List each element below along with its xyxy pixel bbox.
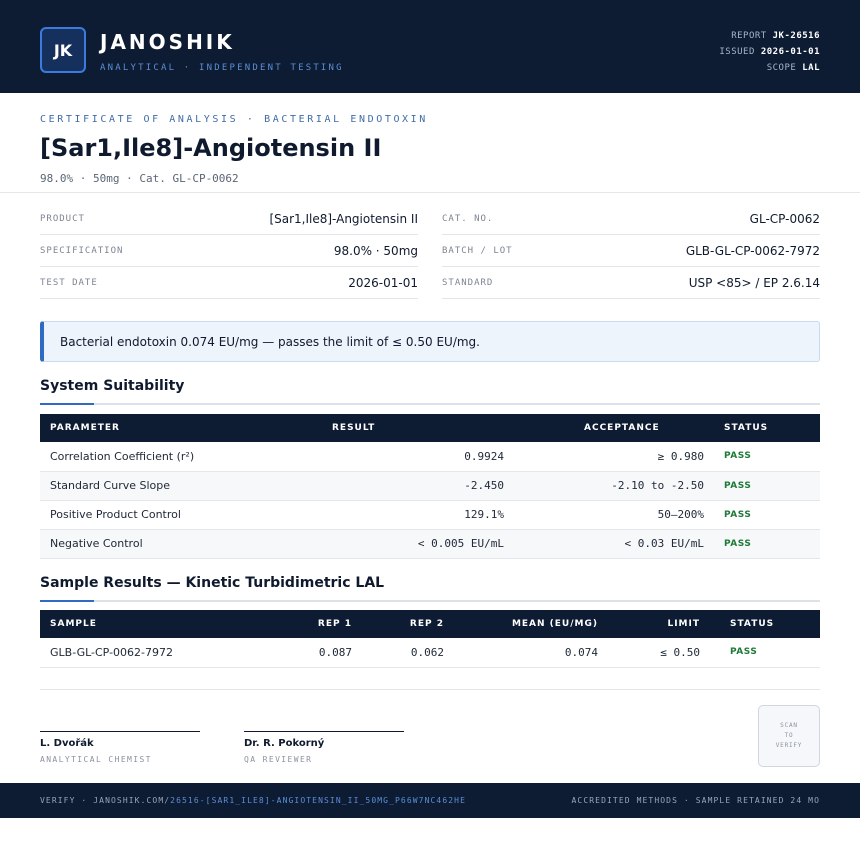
status-badge: PASS <box>714 500 820 530</box>
report-id: JK-26516 <box>772 31 820 41</box>
column-header: STATUS <box>724 423 769 433</box>
signature-name: Dr. R. Pokorný <box>244 738 325 749</box>
logo: JK <box>40 27 86 73</box>
info-column-right: CAT. NO. GL-CP-0062 BATCH / LOT GLB-GL-C… <box>442 203 820 299</box>
page-title: [Sar1,Ile8]-Angiotensin II <box>40 134 382 162</box>
info-row-batch-lot: BATCH / LOT GLB-GL-CP-0062-7972 <box>442 235 820 267</box>
status-badge: PASS <box>714 442 820 472</box>
report-id-line: REPORT JK-26516 <box>731 31 820 41</box>
table-row: Positive Product Control 129.1% 50–200% … <box>40 500 820 530</box>
product-subline: 98.0% · 50mg · Cat. GL-CP-0062 <box>40 172 239 185</box>
signature-block-chemist: L. Dvořák ANALYTICAL CHEMIST <box>40 731 200 764</box>
brand-name: JANOSHIK <box>100 30 235 54</box>
scope-value: LAL <box>802 63 820 73</box>
section-title-system-suitability: System Suitability <box>40 378 185 394</box>
column-header: LIMIT <box>667 619 700 629</box>
column-header: REP 2 <box>409 619 444 629</box>
report-header: JK JANOSHIK ANALYTICAL · INDEPENDENT TES… <box>0 0 860 93</box>
verify-link[interactable]: 26516-[SAR1_ILE8]-ANGIOTENSIN_II_50MG_P6… <box>170 796 466 805</box>
verify-line: VERIFY · JANOSHIK.COM/26516-[SAR1_ILE8]-… <box>40 796 466 805</box>
system-suitability-table: PARAMETER RESULT ACCEPTANCE STATUS Corre… <box>40 414 820 559</box>
column-header: ACCEPTANCE <box>584 423 660 433</box>
info-column-left: PRODUCT [Sar1,Ile8]-Angiotensin II SPECI… <box>40 203 418 299</box>
section-rule-accent <box>40 403 94 405</box>
signature-role: ANALYTICAL CHEMIST <box>40 755 152 764</box>
report-footer: VERIFY · JANOSHIK.COM/26516-[SAR1_ILE8]-… <box>0 783 860 818</box>
column-header: PARAMETER <box>50 423 120 433</box>
status-badge: PASS <box>714 471 820 501</box>
footer-note: ACCREDITED METHODS · SAMPLE RETAINED 24 … <box>571 796 820 805</box>
column-header: MEAN (EU/MG) <box>511 619 598 629</box>
result-callout: Bacterial endotoxin 0.074 EU/mg — passes… <box>40 321 820 362</box>
qr-verify-box[interactable]: SCAN TO VERIFY <box>758 705 820 767</box>
sample-results-table: SAMPLE REP 1 REP 2 MEAN (EU/MG) LIMIT ST… <box>40 610 820 668</box>
section-rule <box>40 600 820 602</box>
scope-line: SCOPE LAL <box>766 63 820 73</box>
section-rule <box>40 403 820 405</box>
info-row-product: PRODUCT [Sar1,Ile8]-Angiotensin II <box>40 203 418 235</box>
signature-role: QA REVIEWER <box>244 755 313 764</box>
table-row: Negative Control < 0.005 EU/mL < 0.03 EU… <box>40 529 820 559</box>
section-rule-accent <box>40 600 94 602</box>
signature-block-reviewer: Dr. R. Pokorný QA REVIEWER <box>244 731 404 764</box>
divider <box>40 689 820 690</box>
info-row-standard: STANDARD USP <85> / EP 2.6.14 <box>442 267 820 299</box>
status-badge: PASS <box>710 638 820 668</box>
table-row: Correlation Coefficient (r²) 0.9924 ≥ 0.… <box>40 442 820 472</box>
column-header: REP 1 <box>317 619 352 629</box>
report-meta: REPORT JK-26516 ISSUED 2026-01-01 SCOPE … <box>719 28 820 76</box>
brand-tagline: ANALYTICAL · INDEPENDENT TESTING <box>100 63 344 73</box>
certificate-eyebrow: CERTIFICATE OF ANALYSIS · BACTERIAL ENDO… <box>40 114 428 125</box>
info-row-test-date: TEST DATE 2026-01-01 <box>40 267 418 299</box>
divider <box>0 192 860 193</box>
issued-line: ISSUED 2026-01-01 <box>719 47 820 57</box>
table-header-row: SAMPLE REP 1 REP 2 MEAN (EU/MG) LIMIT ST… <box>40 610 820 638</box>
column-header: STATUS <box>730 619 775 629</box>
issued-date: 2026-01-01 <box>760 47 820 57</box>
info-row-specification: SPECIFICATION 98.0% · 50mg <box>40 235 418 267</box>
table-row: GLB-GL-CP-0062-7972 0.087 0.062 0.074 ≤ … <box>40 638 820 668</box>
section-title-sample-results: Sample Results — Kinetic Turbidimetric L… <box>40 575 385 591</box>
column-header: RESULT <box>332 423 376 433</box>
signature-name: L. Dvořák <box>40 738 94 749</box>
info-row-cat-no: CAT. NO. GL-CP-0062 <box>442 203 820 235</box>
table-header-row: PARAMETER RESULT ACCEPTANCE STATUS <box>40 414 820 442</box>
table-row: Standard Curve Slope -2.450 -2.10 to -2.… <box>40 471 820 501</box>
status-badge: PASS <box>714 529 820 559</box>
column-header: SAMPLE <box>50 619 97 629</box>
